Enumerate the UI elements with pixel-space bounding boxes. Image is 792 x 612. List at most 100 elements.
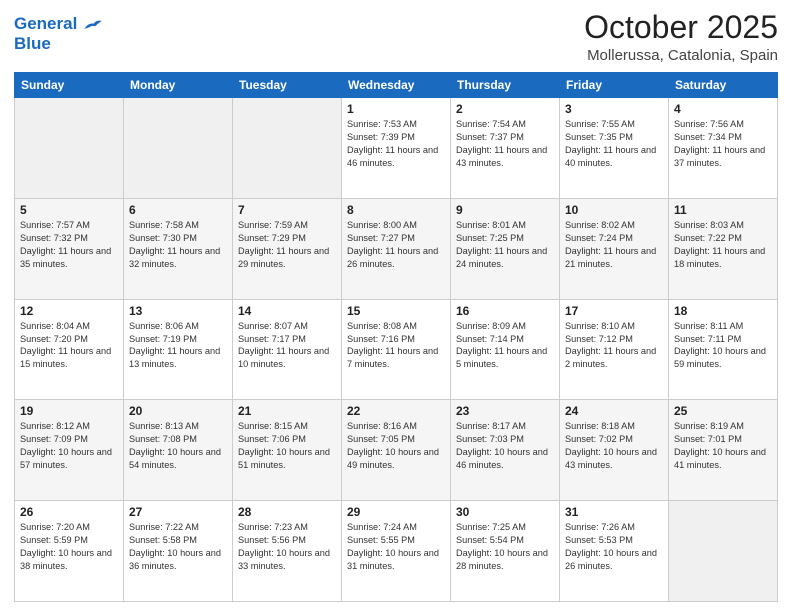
day-number: 13: [129, 304, 227, 318]
page-subtitle: Mollerussa, Catalonia, Spain: [584, 47, 778, 64]
day-number: 18: [674, 304, 772, 318]
table-row: 1 Sunrise: 7:53 AM Sunset: 7:39 PM Daylig…: [342, 98, 451, 199]
table-row: 8Sunrise: 8:00 AM Sunset: 7:27 PM Daylig…: [342, 198, 451, 299]
table-row: 7Sunrise: 7:59 AM Sunset: 7:29 PM Daylig…: [233, 198, 342, 299]
day-number: 5: [20, 203, 118, 217]
table-row: 9 Sunrise: 8:01 AM Sunset: 7:25 PM Daylig…: [451, 198, 560, 299]
calendar-week-row: 12 Sunrise: 8:04 AM Sunset: 7:20 PM Dayli…: [15, 299, 778, 400]
table-row: 3 Sunrise: 7:55 AM Sunset: 7:35 PM Daylig…: [560, 98, 669, 199]
header: General Blue October 2025 Mollerussa, Ca…: [14, 10, 778, 64]
day-info: Sunrise: 8:13 AM Sunset: 7:08 PM Dayligh…: [129, 420, 227, 472]
page-title: October 2025: [584, 10, 778, 45]
day-info: Sunrise: 7:24 AM Sunset: 5:55 PM Dayligh…: [347, 521, 445, 573]
col-tuesday: Tuesday: [233, 73, 342, 98]
table-row: 26Sunrise: 7:20 AM Sunset: 5:59 PM Dayli…: [15, 501, 124, 602]
calendar-week-row: 19 Sunrise: 8:12 AM Sunset: 7:09 PM Dayli…: [15, 400, 778, 501]
day-number: 7: [238, 203, 336, 217]
day-number: 21: [238, 404, 336, 418]
day-info: Sunrise: 8:11 AM Sunset: 7:11 PM Dayligh…: [674, 320, 772, 372]
day-number: 1: [347, 102, 445, 116]
day-number: 3: [565, 102, 663, 116]
day-info: Sunrise: 8:01 AM Sunset: 7:25 PM Dayligh…: [456, 219, 554, 271]
day-info: Sunrise: 7:53 AM Sunset: 7:39 PM Dayligh…: [347, 118, 445, 170]
logo: General Blue: [14, 14, 103, 53]
day-info: Sunrise: 8:08 AM Sunset: 7:16 PM Dayligh…: [347, 320, 445, 372]
day-number: 10: [565, 203, 663, 217]
day-number: 19: [20, 404, 118, 418]
table-row: 11 Sunrise: 8:03 AM Sunset: 7:22 PM Dayli…: [669, 198, 778, 299]
day-number: 9: [456, 203, 554, 217]
table-row: [669, 501, 778, 602]
table-row: [124, 98, 233, 199]
day-info: Sunrise: 7:56 AM Sunset: 7:34 PM Dayligh…: [674, 118, 772, 170]
day-number: 15: [347, 304, 445, 318]
table-row: 30 Sunrise: 7:25 AM Sunset: 5:54 PM Dayli…: [451, 501, 560, 602]
day-info: Sunrise: 7:58 AM Sunset: 7:30 PM Dayligh…: [129, 219, 227, 271]
day-number: 14: [238, 304, 336, 318]
day-number: 2: [456, 102, 554, 116]
day-number: 4: [674, 102, 772, 116]
day-number: 6: [129, 203, 227, 217]
col-saturday: Saturday: [669, 73, 778, 98]
table-row: 5Sunrise: 7:57 AM Sunset: 7:32 PM Daylig…: [15, 198, 124, 299]
logo-bird-icon: [83, 17, 103, 33]
table-row: 2 Sunrise: 7:54 AM Sunset: 7:37 PM Daylig…: [451, 98, 560, 199]
day-info: Sunrise: 8:06 AM Sunset: 7:19 PM Dayligh…: [129, 320, 227, 372]
day-info: Sunrise: 7:22 AM Sunset: 5:58 PM Dayligh…: [129, 521, 227, 573]
day-info: Sunrise: 8:04 AM Sunset: 7:20 PM Dayligh…: [20, 320, 118, 372]
table-row: 31Sunrise: 7:26 AM Sunset: 5:53 PM Dayli…: [560, 501, 669, 602]
day-info: Sunrise: 8:03 AM Sunset: 7:22 PM Dayligh…: [674, 219, 772, 271]
day-info: Sunrise: 7:25 AM Sunset: 5:54 PM Dayligh…: [456, 521, 554, 573]
table-row: 23 Sunrise: 8:17 AM Sunset: 7:03 PM Dayli…: [451, 400, 560, 501]
day-number: 23: [456, 404, 554, 418]
table-row: 29 Sunrise: 7:24 AM Sunset: 5:55 PM Dayli…: [342, 501, 451, 602]
day-info: Sunrise: 8:12 AM Sunset: 7:09 PM Dayligh…: [20, 420, 118, 472]
table-row: 17Sunrise: 8:10 AM Sunset: 7:12 PM Dayli…: [560, 299, 669, 400]
table-row: 6 Sunrise: 7:58 AM Sunset: 7:30 PM Daylig…: [124, 198, 233, 299]
day-number: 22: [347, 404, 445, 418]
col-friday: Friday: [560, 73, 669, 98]
calendar-week-row: 5Sunrise: 7:57 AM Sunset: 7:32 PM Daylig…: [15, 198, 778, 299]
day-info: Sunrise: 7:54 AM Sunset: 7:37 PM Dayligh…: [456, 118, 554, 170]
day-info: Sunrise: 7:55 AM Sunset: 7:35 PM Dayligh…: [565, 118, 663, 170]
col-thursday: Thursday: [451, 73, 560, 98]
day-info: Sunrise: 8:18 AM Sunset: 7:02 PM Dayligh…: [565, 420, 663, 472]
table-row: 24 Sunrise: 8:18 AM Sunset: 7:02 PM Dayli…: [560, 400, 669, 501]
table-row: 19 Sunrise: 8:12 AM Sunset: 7:09 PM Dayli…: [15, 400, 124, 501]
day-info: Sunrise: 7:26 AM Sunset: 5:53 PM Dayligh…: [565, 521, 663, 573]
logo-blue: Blue: [14, 34, 103, 54]
col-sunday: Sunday: [15, 73, 124, 98]
day-number: 28: [238, 505, 336, 519]
table-row: 22 Sunrise: 8:16 AM Sunset: 7:05 PM Dayli…: [342, 400, 451, 501]
table-row: 10Sunrise: 8:02 AM Sunset: 7:24 PM Dayli…: [560, 198, 669, 299]
table-row: 18 Sunrise: 8:11 AM Sunset: 7:11 PM Dayli…: [669, 299, 778, 400]
calendar-week-row: 26Sunrise: 7:20 AM Sunset: 5:59 PM Dayli…: [15, 501, 778, 602]
day-info: Sunrise: 8:17 AM Sunset: 7:03 PM Dayligh…: [456, 420, 554, 472]
table-row: 20 Sunrise: 8:13 AM Sunset: 7:08 PM Dayli…: [124, 400, 233, 501]
day-number: 20: [129, 404, 227, 418]
day-number: 12: [20, 304, 118, 318]
day-number: 27: [129, 505, 227, 519]
table-row: 14 Sunrise: 8:07 AM Sunset: 7:17 PM Dayli…: [233, 299, 342, 400]
day-number: 11: [674, 203, 772, 217]
calendar-week-row: 1 Sunrise: 7:53 AM Sunset: 7:39 PM Daylig…: [15, 98, 778, 199]
table-row: 12 Sunrise: 8:04 AM Sunset: 7:20 PM Dayli…: [15, 299, 124, 400]
day-number: 24: [565, 404, 663, 418]
title-block: October 2025 Mollerussa, Catalonia, Spai…: [584, 10, 778, 64]
day-info: Sunrise: 8:10 AM Sunset: 7:12 PM Dayligh…: [565, 320, 663, 372]
calendar-table: Sunday Monday Tuesday Wednesday Thursday…: [14, 72, 778, 602]
day-info: Sunrise: 7:23 AM Sunset: 5:56 PM Dayligh…: [238, 521, 336, 573]
col-wednesday: Wednesday: [342, 73, 451, 98]
logo-general: General: [14, 14, 77, 33]
table-row: [233, 98, 342, 199]
day-info: Sunrise: 8:15 AM Sunset: 7:06 PM Dayligh…: [238, 420, 336, 472]
day-info: Sunrise: 8:00 AM Sunset: 7:27 PM Dayligh…: [347, 219, 445, 271]
page: General Blue October 2025 Mollerussa, Ca…: [0, 0, 792, 612]
table-row: 16Sunrise: 8:09 AM Sunset: 7:14 PM Dayli…: [451, 299, 560, 400]
day-info: Sunrise: 8:07 AM Sunset: 7:17 PM Dayligh…: [238, 320, 336, 372]
day-number: 30: [456, 505, 554, 519]
table-row: 15 Sunrise: 8:08 AM Sunset: 7:16 PM Dayli…: [342, 299, 451, 400]
day-info: Sunrise: 8:16 AM Sunset: 7:05 PM Dayligh…: [347, 420, 445, 472]
day-number: 29: [347, 505, 445, 519]
table-row: 28 Sunrise: 7:23 AM Sunset: 5:56 PM Dayli…: [233, 501, 342, 602]
